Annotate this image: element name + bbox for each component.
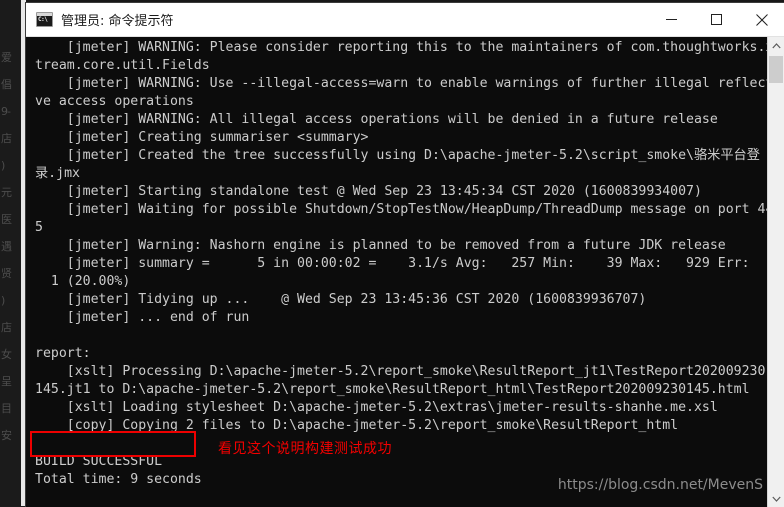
close-icon	[756, 14, 768, 26]
console-line: [jmeter] ... end of run	[35, 309, 735, 327]
console-line: [jmeter] WARNING: All illegal access ope…	[35, 111, 735, 129]
command-prompt-window: 管理员: 命令提示符	[26, 3, 784, 506]
close-button[interactable]	[739, 3, 784, 36]
console-output-area[interactable]: [jmeter] WARNING: Please consider report…	[26, 37, 784, 507]
console-line: 录.jmx	[35, 165, 735, 183]
console-line: tream.core.util.Fields	[35, 57, 735, 75]
maximize-button[interactable]	[694, 3, 739, 36]
console-scrollbar[interactable]	[767, 37, 784, 507]
console-line: 1 (20.00%)	[35, 273, 735, 291]
minimize-icon	[666, 14, 677, 25]
watermark: https://blog.csdn.net/MevenS	[558, 477, 763, 493]
background-window-strip: 爱 倡 9- 店 ) 元 医 遇 贤 ) 店 女 呈 目 安	[0, 0, 26, 506]
title-bar[interactable]: 管理员: 命令提示符	[26, 3, 784, 37]
console-line: [jmeter] Creating summariser <summary>	[35, 129, 735, 147]
console-line: [jmeter] Starting standalone test @ Wed …	[35, 183, 735, 201]
console-line: [jmeter] Tidying up ... @ Wed Sep 23 13:…	[35, 291, 735, 309]
console-line: 145.jt1 to D:\apache-jmeter-5.2\report_s…	[35, 381, 735, 399]
scroll-up-button[interactable]	[768, 37, 784, 54]
console-line: 5	[35, 219, 735, 237]
window-title: 管理员: 命令提示符	[61, 10, 174, 29]
console-line: [xslt] Loading stylesheet D:\apache-jmet…	[35, 399, 735, 417]
console-line: ve access operations	[35, 93, 735, 111]
cmd-icon	[36, 12, 53, 27]
scroll-down-button[interactable]	[768, 490, 784, 507]
console-line: [copy] Copying 2 files to D:\apache-jmet…	[35, 417, 735, 435]
annotation-note: 看见这个说明构建测试成功	[218, 438, 392, 458]
console-line: [jmeter] WARNING: Use --illegal-access=w…	[35, 75, 735, 93]
console-line: [jmeter] Warning: Nashorn engine is plan…	[35, 237, 735, 255]
window-controls	[649, 3, 784, 36]
console-line: report:	[35, 345, 735, 363]
console-line	[35, 327, 735, 345]
scrollbar-thumb[interactable]	[769, 56, 783, 83]
maximize-icon	[711, 14, 722, 25]
console-line: [jmeter] Waiting for possible Shutdown/S…	[35, 201, 735, 219]
desktop-background: 爱 倡 9- 店 ) 元 医 遇 贤 ) 店 女 呈 目 安 管理员: 命令提示…	[0, 0, 784, 506]
chevron-down-icon	[772, 496, 781, 502]
minimize-button[interactable]	[649, 3, 694, 36]
console-line: [jmeter] summary = 5 in 00:00:02 = 3.1/s…	[35, 255, 735, 273]
console-line: [jmeter] WARNING: Please consider report…	[35, 39, 735, 57]
console-line: [jmeter] Created the tree successfully u…	[35, 147, 735, 165]
console-text: [jmeter] WARNING: Please consider report…	[35, 39, 735, 507]
console-line: [xslt] Processing D:\apache-jmeter-5.2\r…	[35, 363, 735, 381]
chevron-up-icon	[772, 43, 781, 49]
